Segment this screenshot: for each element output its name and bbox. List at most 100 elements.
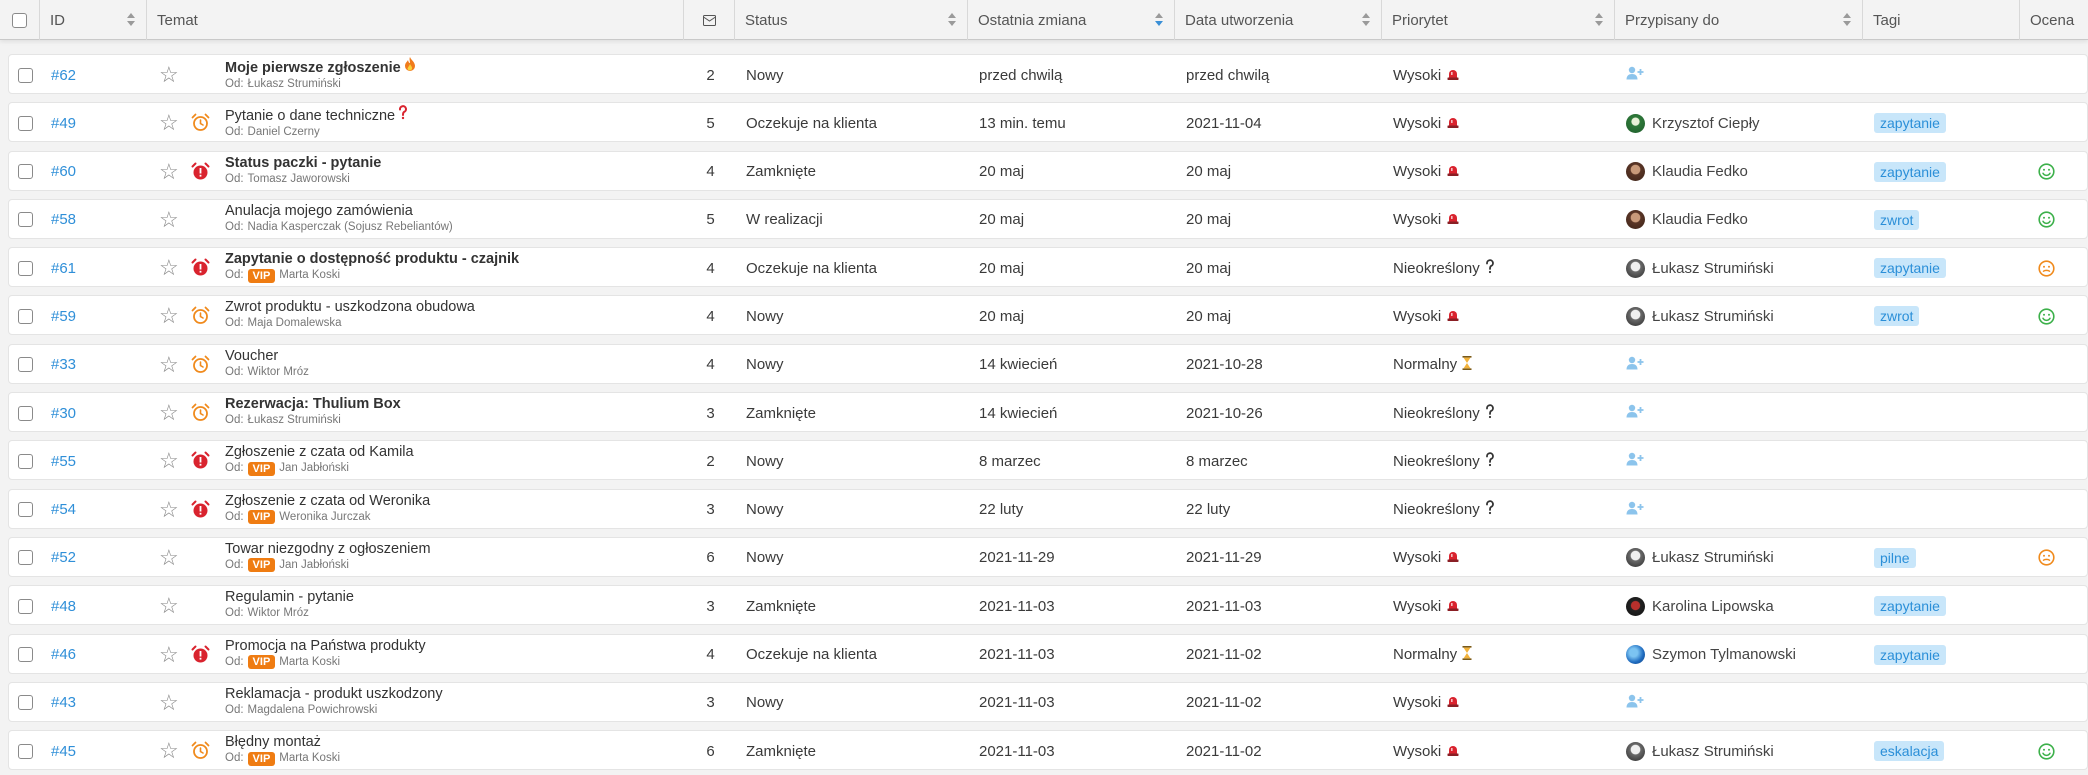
ticket-subject[interactable]: Promocja na Państwa produkty Od: VIP Marta … [225,637,665,670]
star-icon[interactable]: ☆ [159,450,179,472]
ticket-id-link[interactable]: #62 [51,67,76,84]
ticket-id-link[interactable]: #52 [51,549,76,566]
ticket-subject[interactable]: Status paczki - pytanie Od: Tomasz Jaworow… [225,154,665,187]
row-checkbox[interactable] [18,164,33,180]
star-icon[interactable]: ☆ [159,643,179,666]
add-user-icon[interactable] [1626,694,1644,712]
tag-badge[interactable]: pilne [1874,547,1916,568]
star-icon[interactable]: ☆ [159,64,179,86]
sort-desc-icon[interactable] [1155,13,1164,27]
column-priority[interactable]: Priorytet [1382,0,1615,40]
tag-badge[interactable]: zapytanie [1874,161,1946,182]
assignee[interactable]: Krzysztof Ciepły [1626,113,1760,133]
table-row[interactable]: #61 ☆ Zapytanie o dostępność produktu - cz… [8,247,2088,288]
star-icon[interactable]: ☆ [159,160,179,183]
row-checkbox[interactable] [18,453,33,469]
tag-badge[interactable]: zapytanie [1874,644,1946,665]
assignee[interactable]: Łukasz Strumiński [1626,258,1774,278]
column-assignee[interactable]: Przypisany do [1615,0,1863,40]
row-checkbox[interactable] [18,598,33,614]
ticket-subject[interactable]: Anulacja mojego zamówienia Od: Nadia Kaspe… [225,202,665,235]
tag-badge[interactable]: zapytanie [1874,258,1946,279]
star-icon[interactable]: ☆ [159,546,179,569]
assignee[interactable]: Karolina Lipowska [1626,596,1774,616]
table-row[interactable]: #45 ☆ Błędny montaż Od: VIP Marta Koski 6 Zamkn… [8,730,2088,771]
tag-badge[interactable]: zapytanie [1874,113,1946,134]
sort-icon[interactable] [1595,13,1604,27]
assignee[interactable]: Klaudia Fedko [1626,210,1748,230]
table-row[interactable]: #48 ☆ Regulamin - pytanie Od: Wiktor Mróz 3 Za… [8,585,2088,626]
ticket-id-link[interactable]: #60 [51,163,76,180]
row-checkbox[interactable] [18,67,33,83]
column-temat[interactable]: Temat [147,0,684,40]
ticket-id-link[interactable]: #54 [51,501,76,518]
row-checkbox[interactable] [18,502,33,518]
ticket-subject[interactable]: Pytanie o dane techniczne Od: Daniel Czern… [225,105,665,140]
ticket-id-link[interactable]: #59 [51,308,76,325]
table-row[interactable]: #46 ☆ Promocja na Państwa produkty Od: VIP Ma… [8,633,2088,674]
row-checkbox[interactable] [18,260,33,276]
row-checkbox[interactable] [18,550,33,566]
ticket-subject[interactable]: Zgłoszenie z czata od Weronika Od: VIP Wero… [225,492,665,525]
ticket-id-link[interactable]: #33 [51,356,76,373]
row-checkbox[interactable] [18,212,33,228]
add-user-icon[interactable] [1626,356,1644,374]
table-row[interactable]: #30 ☆ Rezerwacja: Thulium Box Od: Łukasz Str… [8,392,2088,433]
ticket-id-link[interactable]: #30 [51,405,76,422]
ticket-id-link[interactable]: #61 [51,260,76,277]
ticket-id-link[interactable]: #46 [51,646,76,663]
row-checkbox[interactable] [18,357,33,373]
table-row[interactable]: #58 ☆ Anulacja mojego zamówienia Od: Nadia K… [8,198,2088,239]
row-checkbox[interactable] [18,405,33,421]
assignee[interactable]: Łukasz Strumiński [1626,306,1774,326]
column-tags[interactable]: Tagi [1863,0,2020,40]
ticket-subject[interactable]: Zapytanie o dostępność produktu - czajni… [225,250,665,283]
ticket-subject[interactable]: Zwrot produktu - uszkodzona obudowa Od: Ma… [225,298,665,331]
ticket-subject[interactable]: Reklamacja - produkt uszkodzony Od: Magdal… [225,685,665,718]
star-icon[interactable]: ☆ [159,595,179,617]
star-icon[interactable]: ☆ [159,498,179,521]
star-icon[interactable]: ☆ [159,257,179,279]
tag-badge[interactable]: zapytanie [1874,596,1946,617]
table-row[interactable]: #49 ☆ Pytanie o dane techniczne Od: Daniel C… [8,102,2088,143]
row-checkbox[interactable] [18,695,33,711]
table-row[interactable]: #33 ☆ Voucher Od: Wiktor Mróz 4 Nowy 14 kwiecie… [8,343,2088,384]
column-status[interactable]: Status [735,0,968,40]
ticket-id-link[interactable]: #55 [51,453,76,470]
ticket-id-link[interactable]: #49 [51,115,76,132]
table-row[interactable]: #55 ☆ Zgłoszenie z czata od Kamila Od: VIP Ja… [8,440,2088,481]
table-row[interactable]: #43 ☆ Reklamacja - produkt uszkodzony Od: Ma… [8,681,2088,722]
star-icon[interactable]: ☆ [159,305,179,327]
add-user-icon[interactable] [1626,501,1644,519]
table-row[interactable]: #62 ☆ Moje pierwsze zgłoszenie Od: Łukasz St… [8,54,2088,94]
column-created[interactable]: Data utworzenia [1175,0,1382,40]
tag-badge[interactable]: zwrot [1874,306,1920,327]
ticket-subject[interactable]: Regulamin - pytanie Od: Wiktor Mróz [225,588,665,621]
column-rating[interactable]: Ocena [2020,0,2088,40]
select-all-checkbox[interactable] [12,12,27,28]
tag-badge[interactable]: eskalacja [1874,741,1945,762]
row-checkbox[interactable] [18,743,33,759]
ticket-id-link[interactable]: #43 [51,694,76,711]
table-row[interactable]: #60 ☆ Status paczki - pytanie Od: Tomasz Jaw… [8,150,2088,191]
row-checkbox[interactable] [18,308,33,324]
assignee[interactable]: Łukasz Strumiński [1626,741,1774,761]
assignee[interactable]: Szymon Tylmanowski [1626,645,1796,665]
star-icon[interactable]: ☆ [159,353,179,376]
table-row[interactable]: #59 ☆ Zwrot produktu - uszkodzona obudowa O… [8,295,2088,336]
ticket-id-link[interactable]: #48 [51,598,76,615]
table-row[interactable]: #52 ☆ Towar niezgodny z ogłoszeniem Od: VIP J… [8,536,2088,577]
star-icon[interactable]: ☆ [159,112,179,134]
add-user-icon[interactable] [1626,452,1644,470]
ticket-subject[interactable]: Błędny montaż Od: VIP Marta Koski [225,733,665,766]
tag-badge[interactable]: zwrot [1874,209,1920,230]
ticket-subject[interactable]: Moje pierwsze zgłoszenie Od: Łukasz Strumi… [225,57,665,92]
star-icon[interactable]: ☆ [159,691,179,714]
sort-icon[interactable] [948,13,957,27]
column-last-change[interactable]: Ostatnia zmiana [968,0,1175,40]
ticket-id-link[interactable]: #58 [51,211,76,228]
ticket-subject[interactable]: Voucher Od: Wiktor Mróz [225,347,665,380]
sort-icon[interactable] [127,13,136,27]
star-icon[interactable]: ☆ [159,208,179,231]
ticket-id-link[interactable]: #45 [51,743,76,760]
